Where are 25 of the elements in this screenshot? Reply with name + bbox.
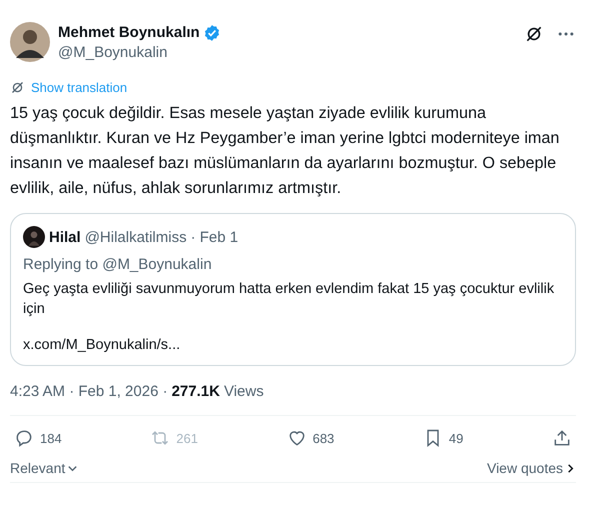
views-label: Views: [224, 383, 264, 400]
quoted-author-handle: @Hilalkatilmiss: [84, 228, 187, 246]
reply-button[interactable]: 184: [14, 428, 62, 448]
post-timestamp[interactable]: 4:23 AM · Feb 1, 2026 ·: [10, 383, 168, 400]
author-name[interactable]: Mehmet Boynukalın: [58, 24, 200, 41]
translate-icon: [10, 80, 25, 95]
avatar[interactable]: [23, 226, 45, 248]
like-button[interactable]: 683: [286, 428, 334, 448]
share-button[interactable]: [552, 428, 572, 448]
sort-dropdown[interactable]: Relevant: [10, 460, 78, 476]
bookmark-button[interactable]: 49: [422, 428, 464, 448]
author-handle[interactable]: @M_Boynukalin: [58, 44, 516, 60]
share-icon: [552, 428, 572, 448]
post-text: 15 yaş çocuk değildir. Esas mesele yaştan ziyade evlilik kurumuna düşmanlıktır. Kuran ve Hz Peygamber’e iman yerine lgbtci moderniteye iman insanın ve maalesef bazı müslümanların da ayarlarını bozmuştur. O sebeple evlilik, aile, nüfus, ahlak sorunlarımız artmıştır.: [10, 103, 560, 199]
view-count: 277.1K: [172, 383, 220, 400]
replying-to-text: Replying to @M_Boynukalin: [23, 256, 213, 273]
quoted-post-text: Geç yaşta evliliği savunmuyorum hatta erken evlendim fakat 15 yaş çocuktur evlilik için: [23, 280, 556, 319]
speech-bubble-icon: [14, 428, 34, 448]
view-quotes-link[interactable]: View quotes: [486, 460, 576, 476]
chevron-right-icon: [565, 462, 576, 474]
quoted-author-name: Hilal: [49, 228, 81, 246]
quoted-post-date: · Feb 1: [190, 228, 238, 246]
avatar[interactable]: [10, 22, 50, 62]
quoted-post-link: x.com/M_Boynukalin/s...: [23, 337, 182, 353]
quoted-post-card[interactable]: Hilal @Hilalkatilmiss · Feb 1 Replying to @M_Boynukalin Geç yaşta evliliği savunmuyorum hatta erken evlendim fakat 15 yaş çocuktur evlilik için x.com/M_Boynukalin/s...: [10, 213, 576, 366]
